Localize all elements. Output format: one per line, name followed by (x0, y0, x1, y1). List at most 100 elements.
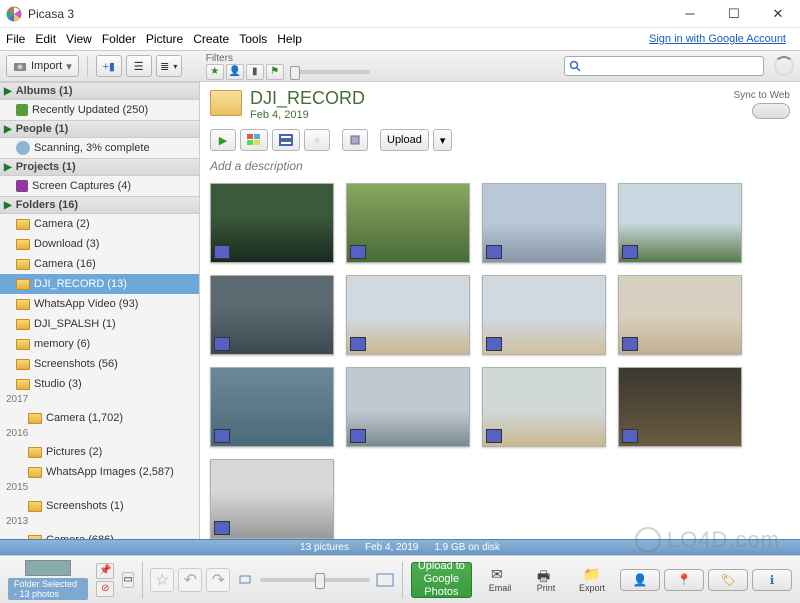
people-pill-button[interactable]: 👤 (620, 569, 660, 591)
add-folder-button[interactable]: +▮ (96, 55, 122, 77)
sidebar-item[interactable]: Camera (16) (0, 254, 199, 274)
menu-create[interactable]: Create (193, 32, 229, 46)
sidebar-item-label: memory (6) (34, 338, 90, 350)
search-input[interactable] (564, 56, 764, 76)
thumbnail[interactable] (346, 183, 470, 263)
filter-face-button[interactable]: 👤 (226, 64, 244, 80)
folder-icon (16, 219, 30, 230)
play-slideshow-button[interactable]: ▶ (210, 129, 236, 151)
collage-button[interactable] (240, 129, 268, 151)
sidebar-item[interactable]: Download (3) (0, 234, 199, 254)
sidebar-item[interactable]: Screen Captures (4) (0, 176, 199, 196)
search-field[interactable] (585, 60, 759, 72)
filter-tag-button[interactable]: ⚑ (266, 64, 284, 80)
sidebar[interactable]: ▶Albums (1)Recently Updated (250)▶People… (0, 82, 200, 539)
action-label: Print (537, 583, 556, 593)
menu-picture[interactable]: Picture (146, 32, 183, 46)
thumbnail[interactable] (482, 367, 606, 447)
menu-view[interactable]: View (66, 32, 92, 46)
folder-icon (28, 447, 42, 458)
print-button[interactable]: 🖶Print (526, 566, 566, 593)
video-badge-icon (350, 429, 366, 443)
upload-button[interactable]: Upload (380, 129, 429, 151)
hold-button[interactable]: 📌 (96, 563, 114, 579)
maximize-button[interactable]: ☐ (712, 0, 756, 28)
menu-file[interactable]: File (6, 32, 25, 46)
flat-view-button[interactable]: ≣▾ (156, 55, 182, 77)
thumbnail[interactable] (210, 367, 334, 447)
description-field[interactable]: Add a description (210, 159, 790, 173)
clear-button[interactable]: ⊘ (96, 581, 114, 597)
menu-edit[interactable]: Edit (35, 32, 56, 46)
sidebar-item[interactable]: Screenshots (1) (0, 496, 199, 516)
add-to-button[interactable]: ▭ (122, 572, 133, 588)
person-icon (16, 141, 30, 155)
sidebar-item-label: WhatsApp Video (93) (34, 298, 138, 310)
upload-google-photos-button[interactable]: Upload to Google Photos (411, 562, 472, 598)
folder-title: DJI_RECORD (250, 88, 365, 109)
menu-folder[interactable]: Folder (102, 32, 136, 46)
upload-dropdown[interactable]: ▾ (433, 129, 453, 151)
movie-button[interactable] (272, 129, 300, 151)
sidebar-section-header[interactable]: ▶Folders (16) (0, 196, 199, 214)
star-tray-button[interactable]: ☆ (150, 568, 174, 592)
thumbnail[interactable] (482, 275, 606, 355)
rotate-right-button[interactable]: ↷ (206, 568, 230, 592)
sidebar-section-header[interactable]: ▶People (1) (0, 120, 199, 138)
tags-pill-button[interactable]: 🏷 (708, 569, 748, 591)
sidebar-item[interactable]: Camera (686) (0, 530, 199, 539)
filter-geo-button[interactable]: ▮ (246, 64, 264, 80)
status-date: Feb 4, 2019 (365, 542, 418, 553)
thumbnail[interactable] (618, 367, 742, 447)
thumbnail[interactable] (346, 275, 470, 355)
sidebar-section-header[interactable]: ▶Albums (1) (0, 82, 199, 100)
places-pill-button[interactable]: 📍 (664, 569, 704, 591)
sync-toggle[interactable] (752, 103, 790, 119)
thumbnail[interactable] (210, 275, 334, 355)
thumbnail[interactable] (346, 367, 470, 447)
menu-tools[interactable]: Tools (239, 32, 267, 46)
sidebar-item[interactable]: Camera (1,702) (0, 408, 199, 428)
sidebar-item[interactable]: DJI_RECORD (13) (0, 274, 199, 294)
sidebar-item[interactable]: WhatsApp Video (93) (0, 294, 199, 314)
sidebar-item[interactable]: Pictures (2) (0, 442, 199, 462)
tray-selection[interactable]: Folder Selected - 13 photos (8, 560, 88, 600)
video-badge-icon (214, 429, 230, 443)
folder-icon (16, 359, 30, 370)
sidebar-item[interactable]: Camera (2) (0, 214, 199, 234)
thumbnail-size-slider[interactable] (260, 578, 370, 582)
close-button[interactable]: ✕ (756, 0, 800, 28)
sidebar-section-header[interactable]: ▶Projects (1) (0, 158, 199, 176)
thumbnail[interactable] (618, 183, 742, 263)
print-icon: 🖶 (537, 566, 555, 582)
star-button[interactable]: ★ (304, 129, 330, 151)
sidebar-item[interactable]: Recently Updated (250) (0, 100, 199, 120)
sidebar-item[interactable]: DJI_SPALSH (1) (0, 314, 199, 334)
rotate-left-button[interactable]: ↶ (178, 568, 202, 592)
sidebar-item[interactable]: memory (6) (0, 334, 199, 354)
thumbnail[interactable] (618, 275, 742, 355)
sidebar-item[interactable]: Screenshots (56) (0, 354, 199, 374)
thumbnail[interactable] (482, 183, 606, 263)
filter-slider[interactable] (290, 70, 370, 74)
email-button[interactable]: ✉Email (480, 566, 520, 593)
action-label: Export (579, 583, 605, 593)
sidebar-item-label: Download (3) (34, 238, 99, 250)
tag-button[interactable] (342, 129, 368, 151)
video-badge-icon (350, 245, 366, 259)
info-pill-button[interactable]: ℹ (752, 569, 792, 591)
sidebar-item[interactable]: Scanning, 3% complete (0, 138, 199, 158)
sidebar-item[interactable]: Studio (3) (0, 374, 199, 394)
tree-view-button[interactable]: ☰ (126, 55, 152, 77)
filter-star-button[interactable]: ★ (206, 64, 224, 80)
minimize-button[interactable]: ─ (668, 0, 712, 28)
import-button[interactable]: Import ▾ (6, 55, 79, 77)
signin-link[interactable]: Sign in with Google Account (649, 33, 786, 45)
export-button[interactable]: 📁Export (572, 566, 612, 593)
sidebar-item[interactable]: WhatsApp Images (2,587) (0, 462, 199, 482)
thumbnail[interactable] (210, 183, 334, 263)
status-pictures: 13 pictures (300, 542, 349, 553)
content-pane[interactable]: Sync to Web DJI_RECORD Feb 4, 2019 ▶ ★ U… (200, 82, 800, 539)
thumbnail[interactable] (210, 459, 334, 539)
menu-help[interactable]: Help (277, 32, 302, 46)
